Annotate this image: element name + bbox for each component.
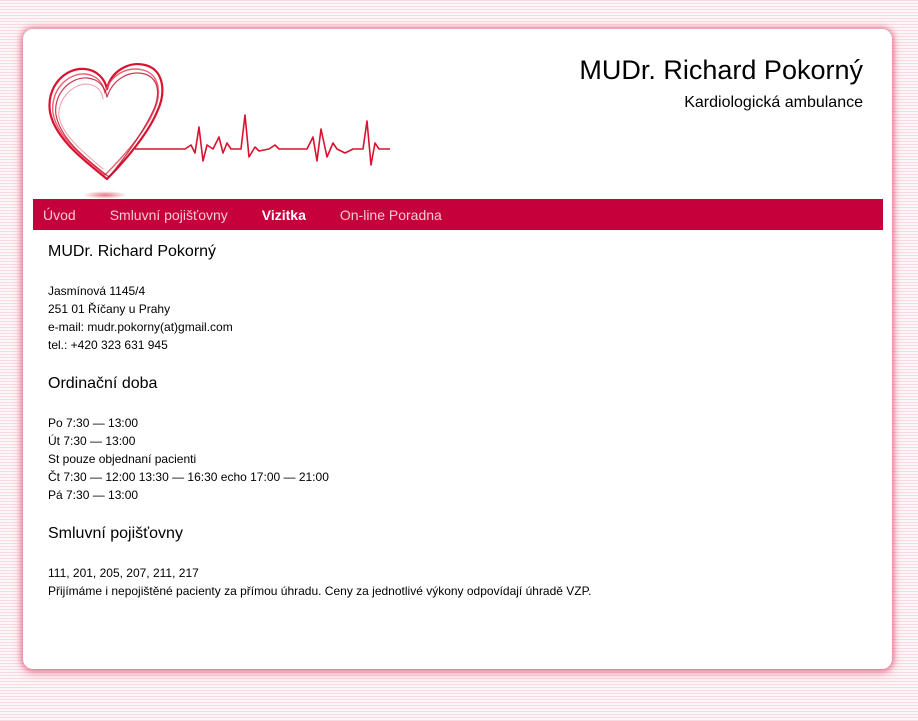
main-nav: Úvod Smluvní pojišťovny Vizitka On-line … xyxy=(33,199,883,230)
site-title: MUDr. Richard Pokorný xyxy=(579,55,863,85)
nav-item-online-poradna[interactable]: On-line Poradna xyxy=(323,207,459,223)
contact-email: e-mail: mudr.pokorny(at)gmail.com xyxy=(48,320,233,334)
hours-line: Čt 7:30 — 12:00 13:30 — 16:30 echo 17:00… xyxy=(48,470,329,484)
nav-item-vizitka[interactable]: Vizitka xyxy=(245,207,323,223)
hours-line: Út 7:30 — 13:00 xyxy=(48,434,136,448)
nav-item-uvod[interactable]: Úvod xyxy=(33,207,93,223)
hours-line: St pouze objednaní pacienti xyxy=(48,452,197,466)
insurance-note: Přijímáme i nepojištěné pacienty za přím… xyxy=(48,584,592,598)
contact-heading: MUDr. Richard Pokorný xyxy=(48,243,217,260)
address-city: 251 01 Říčany u Prahy xyxy=(48,302,171,316)
insurance-section: Smluvní pojišťovny 111, 201, 205, 207, 2… xyxy=(48,524,868,600)
heart-ecg-logo-icon xyxy=(48,63,390,199)
hours-line: Po 7:30 — 13:00 xyxy=(48,416,139,430)
insurance-codes: 111, 201, 205, 207, 211, 217 xyxy=(48,566,199,580)
hours-line: Pá 7:30 — 13:00 xyxy=(48,488,139,502)
contact-section: MUDr. Richard Pokorný Jasmínová 1145/4 2… xyxy=(48,242,868,354)
page-card: MUDr. Richard Pokorný Kardiologická ambu… xyxy=(23,29,892,669)
nav-item-smluvni-pojistovny[interactable]: Smluvní pojišťovny xyxy=(93,207,245,223)
contact-phone: tel.: +420 323 631 945 xyxy=(48,338,168,352)
insurance-heading: Smluvní pojišťovny xyxy=(48,525,183,542)
site-subtitle: Kardiologická ambulance xyxy=(684,94,863,111)
hours-section: Ordinační doba Po 7:30 — 13:00 Út 7:30 —… xyxy=(48,374,868,504)
address-street: Jasmínová 1145/4 xyxy=(48,284,146,298)
main-content: MUDr. Richard Pokorný Jasmínová 1145/4 2… xyxy=(48,242,868,600)
hours-heading: Ordinační doba xyxy=(48,375,158,392)
